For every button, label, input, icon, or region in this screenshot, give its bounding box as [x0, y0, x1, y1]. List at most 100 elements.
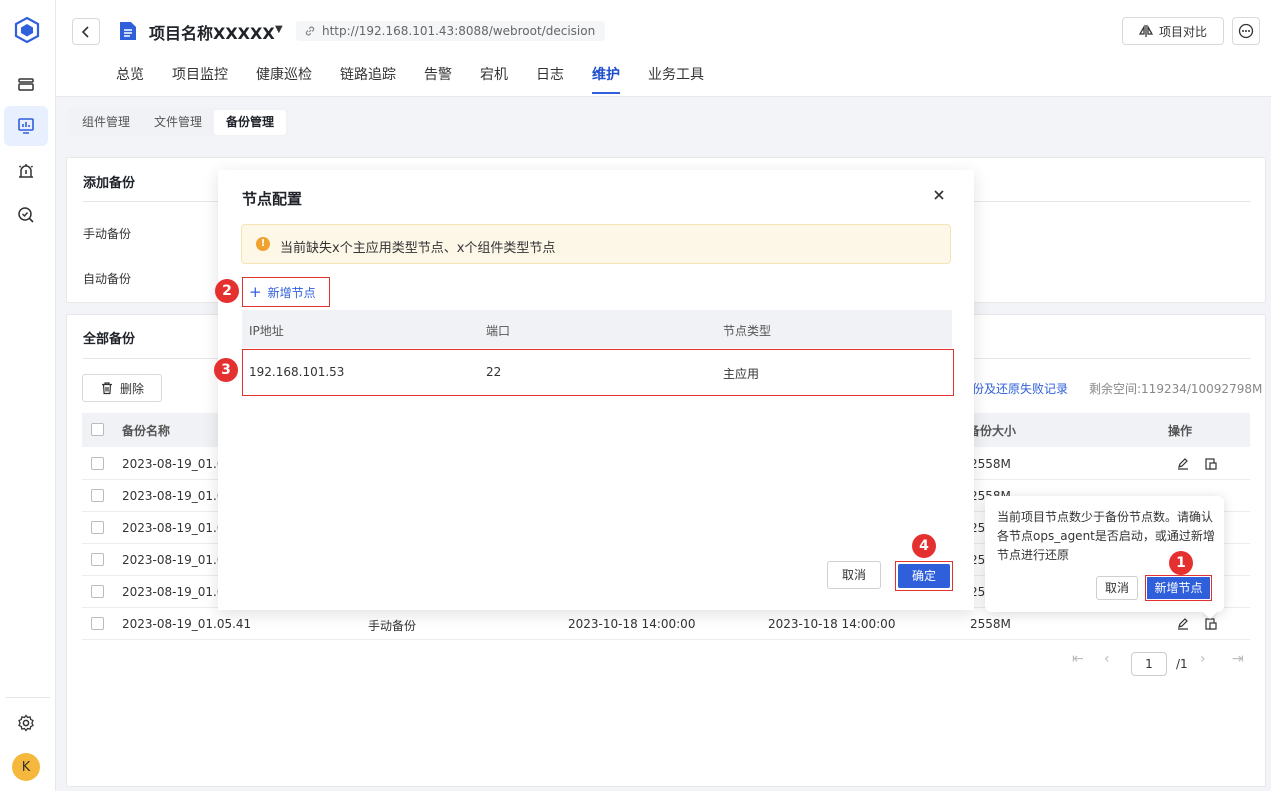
node-ip: 192.168.101.53 — [249, 365, 345, 379]
warning-icon: ! — [256, 237, 270, 251]
row-start-time: 2023-10-18 14:00:00 — [568, 617, 696, 631]
row-checkbox[interactable] — [91, 585, 104, 598]
col-ip: IP地址 — [249, 324, 284, 338]
select-all-checkbox[interactable] — [91, 423, 104, 436]
document-icon — [120, 22, 136, 40]
caret-down-icon[interactable]: ▼ — [275, 24, 283, 35]
row-end-time: 2023-10-18 14:00:00 — [768, 617, 896, 631]
project-url[interactable]: http://192.168.101.43:8088/webroot/decis… — [296, 21, 606, 41]
subtab-file[interactable]: 文件管理 — [142, 110, 214, 135]
add-node-label: 新增节点 — [267, 285, 316, 300]
tab-trace[interactable]: 链路追踪 — [340, 64, 396, 94]
tab-log[interactable]: 日志 — [536, 64, 564, 94]
restore-icon[interactable] — [1204, 617, 1218, 631]
sidebar-item-alarm[interactable] — [4, 151, 48, 191]
tab-health-check[interactable]: 健康巡检 — [256, 64, 312, 94]
edit-icon[interactable] — [1176, 617, 1190, 631]
sidebar-item-security[interactable] — [4, 195, 48, 235]
col-port: 端口 — [486, 324, 511, 338]
modal-confirm-button[interactable]: 确定 — [895, 561, 953, 591]
delete-button[interactable]: 删除 — [82, 374, 162, 402]
row-checkbox[interactable] — [91, 521, 104, 534]
popover-add-node-label: 新增节点 — [1147, 577, 1210, 599]
delete-label: 删除 — [119, 381, 144, 396]
tab-downtime[interactable]: 宕机 — [480, 64, 508, 94]
last-page-icon[interactable]: ⇥ — [1232, 651, 1244, 667]
alert-text: 当前缺失x个主应用类型节点、x个组件类型节点 — [280, 241, 556, 256]
popover-add-node-button[interactable]: 新增节点 — [1145, 575, 1212, 601]
row-name: 2023-08-19_01.0 — [122, 585, 225, 599]
row-name: 2023-08-19_01.0 — [122, 553, 225, 567]
step-badge-4: 4 — [912, 534, 936, 558]
sidebar-item-settings[interactable] — [4, 703, 48, 743]
more-button[interactable] — [1232, 17, 1260, 45]
app-root: K 项目名称XXXXX ▼ http://192.168.101.43:8088… — [0, 0, 1271, 791]
more-icon — [1238, 23, 1254, 39]
fail-records-link[interactable]: 备份及还原失败记录 — [960, 380, 1068, 397]
node-table-header: IP地址 端口 节点类型 — [242, 310, 952, 348]
row-name: 2023-08-19_01.0 — [122, 457, 225, 471]
row-checkbox[interactable] — [91, 553, 104, 566]
row-divider — [82, 639, 1250, 640]
app-logo-icon — [14, 16, 40, 44]
page-total: /1 — [1176, 657, 1188, 671]
subtab-component[interactable]: 组件管理 — [70, 110, 142, 135]
search-shield-icon — [18, 207, 34, 223]
tab-project-monitor[interactable]: 项目监控 — [172, 64, 228, 94]
link-icon — [305, 26, 315, 36]
row-size: 2558M — [970, 457, 1011, 471]
modal-title: 节点配置 — [242, 190, 303, 208]
project-compare-label: 项目对比 — [1158, 24, 1207, 39]
tab-alarm[interactable]: 告警 — [424, 64, 452, 94]
sub-tabs: 组件管理 文件管理 备份管理 — [68, 108, 289, 137]
add-backup-title: 添加备份 — [83, 176, 136, 191]
all-backup-title: 全部备份 — [83, 332, 136, 347]
user-avatar[interactable]: K — [12, 753, 40, 781]
first-page-icon[interactable]: ⇤ — [1072, 651, 1084, 667]
node-config-modal: 节点配置 ! 当前缺失x个主应用类型节点、x个组件类型节点 + 新增节点 IP地… — [218, 170, 974, 610]
project-url-text: http://192.168.101.43:8088/webroot/decis… — [322, 24, 596, 38]
tab-overview[interactable]: 总览 — [116, 64, 144, 94]
col-size: 备份大小 — [968, 424, 1017, 438]
compare-icon — [1138, 24, 1153, 37]
main-tabs: 总览 项目监控 健康巡检 链路追踪 告警 宕机 日志 维护 业务工具 — [116, 64, 732, 94]
plus-icon: + — [249, 283, 262, 301]
project-compare-button[interactable]: 项目对比 — [1122, 17, 1224, 45]
sidebar-item-projects[interactable] — [4, 64, 48, 104]
auto-backup-label: 自动备份 — [83, 272, 132, 286]
add-node-button[interactable]: + 新增节点 — [242, 277, 330, 307]
restore-icon[interactable] — [1204, 457, 1218, 471]
gear-icon — [18, 714, 34, 732]
row-size: 2558M — [970, 617, 1011, 631]
subtab-backup[interactable]: 备份管理 — [214, 110, 287, 135]
step-badge-3: 3 — [214, 358, 238, 382]
step-badge-1: 1 — [1169, 551, 1193, 575]
modal-cancel-button[interactable]: 取消 — [827, 561, 881, 589]
warning-alert: ! 当前缺失x个主应用类型节点、x个组件类型节点 — [241, 224, 951, 264]
sidebar-item-monitor[interactable] — [4, 106, 48, 146]
sidebar-divider — [6, 697, 50, 698]
modal-confirm-label: 确定 — [898, 564, 950, 588]
next-page-icon[interactable]: › — [1200, 651, 1206, 667]
layers-icon — [18, 78, 34, 91]
node-type: 主应用 — [723, 367, 760, 381]
project-title[interactable]: 项目名称XXXXX — [149, 20, 275, 44]
col-node-type: 节点类型 — [723, 324, 772, 338]
node-table-row[interactable]: 192.168.101.53 22 主应用 — [242, 349, 954, 396]
page-input[interactable]: 1 — [1131, 652, 1167, 676]
tab-maintenance[interactable]: 维护 — [592, 64, 620, 94]
remaining-space: 剩余空间:119234/10092798M — [1089, 382, 1263, 396]
close-icon[interactable] — [932, 188, 946, 202]
edit-icon[interactable] — [1176, 457, 1190, 471]
col-name: 备份名称 — [122, 424, 171, 438]
row-checkbox[interactable] — [91, 617, 104, 630]
node-port: 22 — [486, 365, 502, 379]
tab-business-tools[interactable]: 业务工具 — [648, 64, 704, 94]
row-checkbox[interactable] — [91, 457, 104, 470]
chevron-left-icon — [81, 25, 89, 38]
manual-backup-label: 手动备份 — [83, 227, 132, 241]
back-button[interactable] — [72, 18, 100, 45]
popover-cancel-button[interactable]: 取消 — [1096, 576, 1138, 600]
row-checkbox[interactable] — [91, 489, 104, 502]
prev-page-icon[interactable]: ‹ — [1104, 651, 1110, 667]
